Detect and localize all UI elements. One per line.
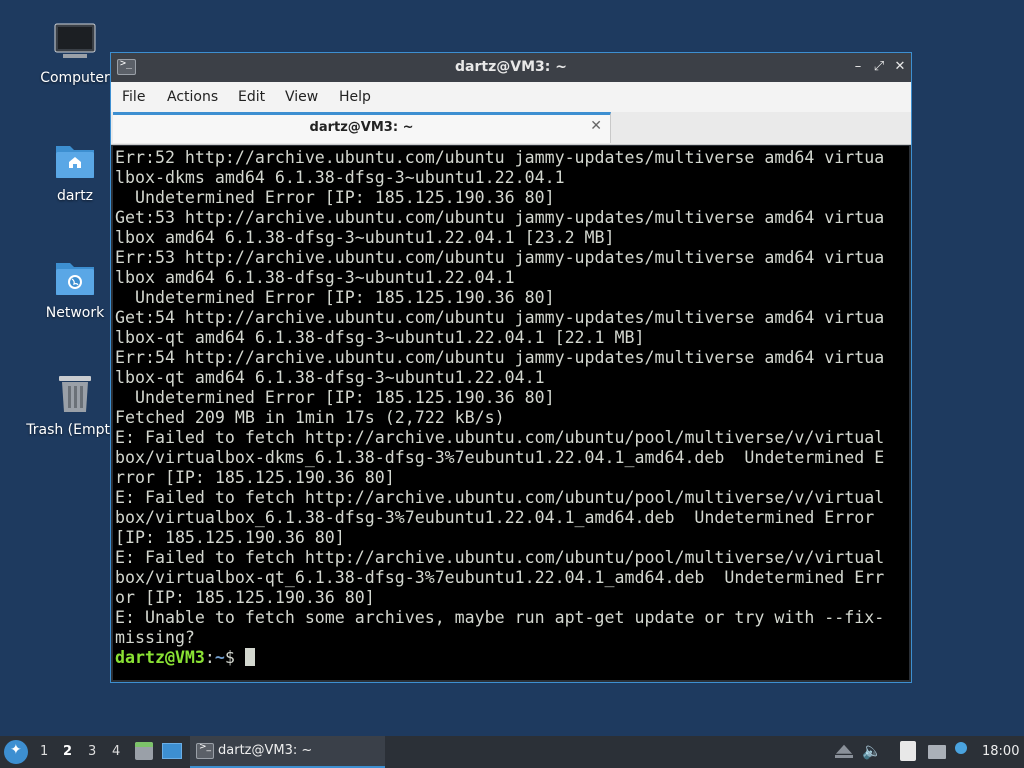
- menu-edit[interactable]: Edit: [238, 89, 265, 105]
- taskbar-item-label: dartz@VM3: ~: [218, 743, 313, 758]
- volume-icon[interactable]: 🔈: [862, 741, 882, 760]
- eject-base-icon: [835, 755, 853, 758]
- home-folder-icon: [53, 138, 97, 182]
- clipboard-icon[interactable]: [900, 741, 916, 761]
- menu-help[interactable]: Help: [339, 89, 371, 105]
- maximize-button[interactable]: ⤢: [869, 57, 889, 77]
- window-title: dartz@VM3: ~: [455, 59, 567, 75]
- workspace-4[interactable]: 4: [112, 744, 120, 759]
- prompt-user-host: dartz@VM3: [115, 648, 205, 667]
- menu-file[interactable]: File: [122, 89, 145, 105]
- app-menu-icon: ✦: [10, 742, 22, 758]
- terminal-lines: Err:52 http://archive.ubuntu.com/ubuntu …: [115, 148, 885, 647]
- prompt-path: ~: [214, 648, 225, 667]
- menu-actions[interactable]: Actions: [167, 89, 218, 105]
- workspace-3[interactable]: 3: [88, 744, 96, 759]
- tab-terminal[interactable]: dartz@VM3: ~ ✕: [113, 112, 611, 143]
- text-cursor: [244, 648, 255, 666]
- taskbar: ✦ 1 2 3 4 >_ dartz@VM3: ~ 🔈 18:00: [0, 736, 1024, 768]
- taskbar-item-terminal[interactable]: >_ dartz@VM3: ~: [190, 736, 385, 768]
- terminal-output[interactable]: Err:52 http://archive.ubuntu.com/ubuntu …: [113, 146, 909, 680]
- close-button[interactable]: ✕: [890, 57, 910, 77]
- prompt-symbol: $: [224, 648, 245, 667]
- show-desktop-icon[interactable]: [162, 743, 182, 759]
- network-folder-icon: [53, 255, 97, 299]
- workspace-1[interactable]: 1: [40, 744, 48, 759]
- terminal-icon: >_: [196, 742, 214, 759]
- terminal-text: Err:52 http://archive.ubuntu.com/ubuntu …: [113, 146, 909, 668]
- network-icon[interactable]: [928, 745, 946, 759]
- menu-view[interactable]: View: [285, 89, 318, 105]
- prompt-separator: :: [204, 648, 215, 667]
- minimize-button[interactable]: –: [848, 57, 868, 77]
- clock[interactable]: 18:00: [982, 744, 1019, 759]
- start-menu-button[interactable]: ✦: [4, 740, 28, 764]
- menu-bar: File Actions Edit View Help: [111, 82, 911, 112]
- terminal-window: >_ dartz@VM3: ~ – ⤢ ✕ File Actions Edit …: [110, 52, 912, 683]
- monitor-icon: [53, 20, 97, 64]
- tab-label: dartz@VM3: ~: [309, 120, 414, 135]
- file-manager-icon[interactable]: [135, 742, 153, 760]
- trash-icon: [53, 372, 97, 416]
- tab-close-icon[interactable]: ✕: [590, 118, 602, 134]
- workspace-2[interactable]: 2: [63, 744, 72, 759]
- update-notifier-icon[interactable]: [955, 742, 967, 754]
- tab-bar: dartz@VM3: ~ ✕: [111, 112, 911, 145]
- window-titlebar[interactable]: >_ dartz@VM3: ~ – ⤢ ✕: [111, 53, 911, 82]
- eject-icon[interactable]: [835, 744, 853, 754]
